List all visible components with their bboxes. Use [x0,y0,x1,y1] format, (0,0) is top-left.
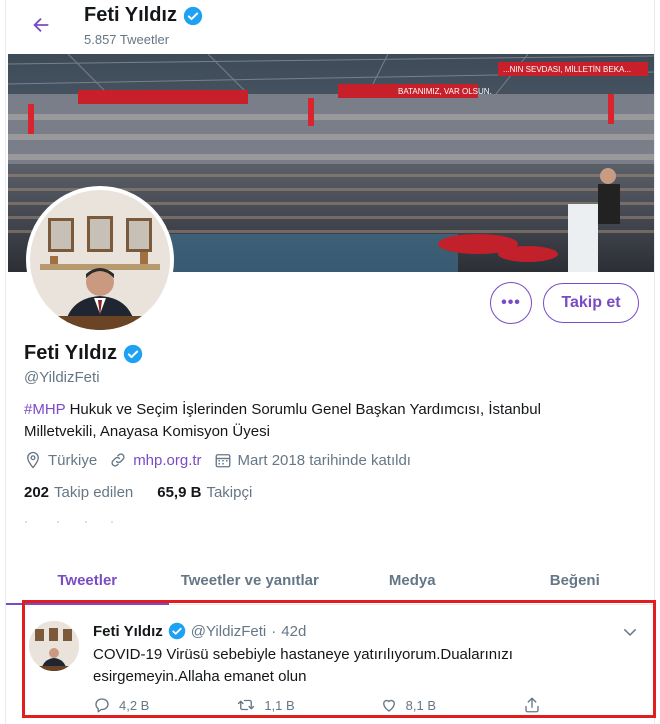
verified-badge-icon [183,6,203,25]
location-text: Türkiye [48,451,98,469]
verified-badge-icon [123,344,143,363]
profile-bio: #MHP Hukuk ve Seçim İşlerinden Sorumlu G… [24,399,584,443]
profile-tabs: Tweetler Tweetler ve yanıtlar Medya Beğe… [6,557,656,605]
retweet-icon [238,699,255,711]
tweet-item[interactable]: Feti Yıldız @YildizFeti · 42d COVID-19 V… [22,600,656,718]
reply-icon [95,698,109,713]
following-stat[interactable]: 202 Takip edilen [24,484,133,501]
link-icon [111,453,125,467]
more-options-button[interactable]: ••• [490,282,532,324]
tweet-separator: · [271,622,277,640]
reply-count: 4,2 B [119,697,150,713]
tab-tweets-and-replies[interactable]: Tweetler ve yanıtlar [169,557,332,604]
tweet-text: COVID-19 Virüsü sebebiyle hastaneye yatı… [93,646,513,685]
bio-hashtag-link[interactable]: #MHP [24,401,65,418]
follow-button[interactable]: Takip et [543,283,639,323]
like-count: 8,1 B [405,697,437,713]
more-dots-icon: ••• [501,294,521,311]
share-icon [525,697,539,713]
banner-sign-text-2: BATANIMIZ, VAR OLSUN. [398,87,492,96]
website-link[interactable]: mhp.org.tr [133,452,201,469]
profile-name-text: Feti Yıldız [24,342,117,364]
placeholder-dots [25,521,113,523]
tweet-avatar[interactable] [29,621,79,671]
profile-header: Feti Yıldız 5.857 Tweetler [6,0,656,54]
profile-page: Feti Yıldız 5.857 Tweetler ...NIN SEVDAS… [5,0,656,724]
calendar-icon [215,454,230,468]
followers-label: Takipçi [206,484,253,501]
retweet-button[interactable]: 1,1 B [236,696,346,714]
profile-avatar[interactable] [26,186,174,334]
reply-button[interactable]: 4,2 B [93,696,203,714]
website-item: mhp.org.tr [109,451,202,469]
verified-badge-icon [168,622,185,640]
tweet-count: 5.857 Tweetler [84,32,170,47]
joined-text: Mart 2018 tarihinde katıldı [237,451,411,469]
heart-icon [382,699,395,712]
retweet-count: 1,1 B [264,697,295,713]
location-pin-icon [27,451,39,469]
followers-stat[interactable]: 65,9 B Takipçi [157,484,252,501]
banner-sign-text: ...NIN SEVDASI, MİLLETİN BEKA... [503,65,631,74]
chevron-down-icon[interactable] [621,623,639,641]
tab-likes[interactable]: Beğeni [494,557,657,604]
followers-count: 65,9 B [157,484,202,501]
profile-stats: 202 Takip edilen 65,9 B Takipçi [24,484,276,501]
tweet-time[interactable]: 42d [281,623,306,640]
following-label: Takip edilen [54,484,134,501]
joined-item: Mart 2018 tarihinde katıldı [214,451,411,469]
location-item: Türkiye [24,451,97,469]
tweet-header: Feti Yıldız @YildizFeti · 42d [93,622,306,640]
tab-tweets[interactable]: Tweetler [6,557,169,605]
following-count: 202 [24,484,50,501]
tweet-actions: 4,2 B 1,1 B 8,1 B [93,696,563,714]
header-title: Feti Yıldız [84,4,203,27]
like-button[interactable]: 8,1 B [380,696,490,714]
header-name-text: Feti Yıldız [84,4,177,26]
share-button[interactable] [523,696,563,714]
tweet-author-name[interactable]: Feti Yıldız [93,623,163,640]
arrow-left-icon [33,17,49,33]
profile-handle: @YildizFeti [24,369,100,386]
profile-name: Feti Yıldız [24,342,143,365]
tab-media[interactable]: Medya [331,557,494,604]
profile-meta: Türkiye mhp.org.tr Mart 2018 tarihinde k… [24,451,423,469]
back-button[interactable] [26,10,56,40]
tweet-author-handle[interactable]: @YildizFeti [191,623,267,640]
bio-text: Hukuk ve Seçim İşlerinden Sorumlu Genel … [24,401,541,440]
